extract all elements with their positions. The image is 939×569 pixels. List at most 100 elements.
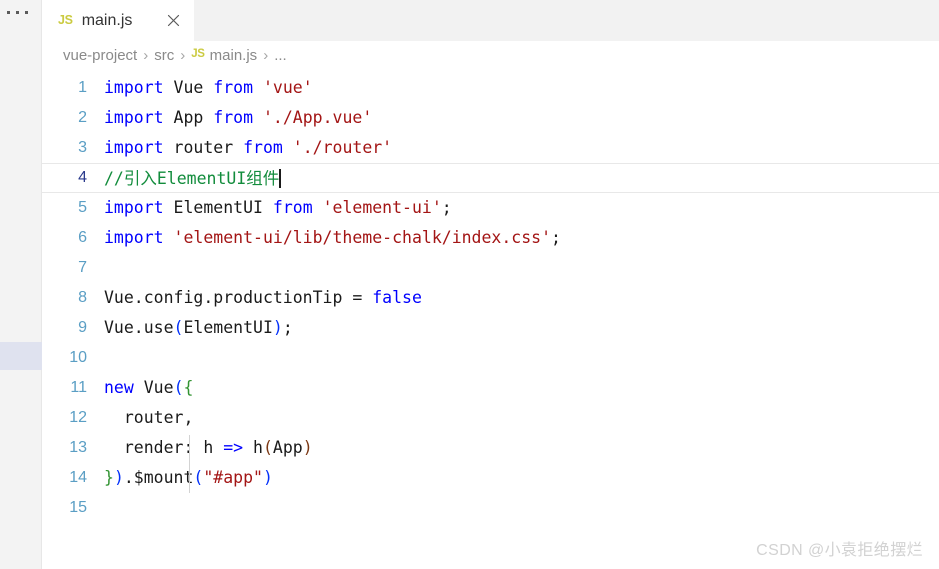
token: from [243,137,283,157]
code-line[interactable]: 9 Vue.use(ElementUI); [42,313,939,343]
token: ) [262,467,273,487]
breadcrumb-item-symbols[interactable]: ... [274,48,287,63]
token: 'element-ui' [322,197,442,217]
line-number: 9 [78,319,87,336]
code-line-text: import 'element-ui/lib/theme-chalk/index… [104,227,939,247]
code-line-text: import ElementUI from 'element-ui'; [104,197,939,217]
close-icon[interactable] [163,11,183,31]
code-line[interactable]: 3 import router from './router' [42,133,939,163]
code-line[interactable]: 1 import Vue from 'vue' [42,73,939,103]
token: Vue.use [104,317,174,337]
token: import [104,137,164,157]
code-line[interactable]: 7 [42,253,939,283]
token: Vue [173,77,204,97]
token: import [104,107,164,127]
dot-3 [25,11,28,14]
code-line[interactable]: 10 [42,343,939,373]
code-line-text: import router from './router' [104,137,939,157]
line-number: 7 [78,259,87,276]
tab-bar: JS main.js [42,0,939,41]
code-line-text: Vue.config.productionTip = false [104,287,939,307]
code-line[interactable]: 2 import App from './App.vue' [42,103,939,133]
token: ; [551,227,561,247]
token: ElementUI [183,317,273,337]
line-number: 8 [78,289,87,306]
tab-label: main.js [81,11,133,29]
token: ) [113,467,124,487]
code-line[interactable]: 4 //引入ElementUI组件 [42,163,939,193]
line-number: 14 [69,469,87,486]
tab-bar-empty-space [194,0,939,41]
code-line[interactable]: 6 import 'element-ui/lib/theme-chalk/inde… [42,223,939,253]
code-line[interactable]: 11 new Vue({ [42,373,939,403]
token: Vue.config.productionTip [104,287,353,307]
code-line[interactable]: 15 [42,493,939,523]
rail-selection-highlight[interactable] [0,342,42,370]
code-line-text: //引入ElementUI组件 [104,168,939,188]
breadcrumb-separator-icon: › [143,46,149,64]
token: ( [262,437,273,457]
token: } [104,467,114,487]
breadcrumb: vue-project › src › JS main.js › ... [42,41,939,69]
code-line[interactable]: 5 import ElementUI from 'element-ui'; [42,193,939,223]
tab-main-js[interactable]: JS main.js [42,0,195,41]
token: = [352,287,363,307]
token: new [104,377,134,397]
breadcrumb-separator-icon: › [263,46,269,64]
token: "#app" [203,467,263,487]
code-line[interactable]: 12 router, [42,403,939,433]
code-line-text: import App from './App.vue' [104,107,939,127]
code-line[interactable]: 13 render: h => h(App) [42,433,939,463]
indent-guide [189,435,190,493]
token: import [104,77,164,97]
js-file-icon: JS [191,48,205,61]
line-number: 11 [70,379,87,396]
code-line-text: new Vue({ [104,377,939,397]
editor-column: JS main.js vue-project › src › JS main.j… [42,0,939,569]
line-number: 5 [78,199,87,216]
code-editor[interactable]: 1 import Vue from 'vue' 2 import App from '… [42,69,939,569]
token: App [272,437,303,457]
code-line[interactable]: 14}).$mount("#app") [42,463,939,493]
token: './App.vue' [262,107,373,127]
token: import [104,197,164,217]
breadcrumb-item-main-js[interactable]: main.js [210,48,258,63]
code-lines[interactable]: 1 import Vue from 'vue' 2 import App from '… [42,69,939,523]
line-number: 4 [78,169,87,186]
breadcrumb-item-src[interactable]: src [154,48,174,63]
token: ( [193,467,204,487]
line-number: 13 [69,439,87,456]
js-file-icon: JS [58,13,73,28]
token: h [243,437,263,457]
overflow-menu-icon[interactable] [7,11,28,14]
token: ; [282,317,293,337]
code-line-text: render: h => h(App) [104,437,939,457]
code-line[interactable]: 8 Vue.config.productionTip = false [42,283,939,313]
token: from [213,77,254,97]
token: import [104,227,164,247]
text-cursor [279,168,282,188]
token: .$mount [123,467,194,487]
token: App [173,107,204,127]
code-line-text: Vue.use(ElementUI); [104,317,939,337]
line-number: 12 [69,409,87,426]
line-number: 2 [78,109,87,126]
token: render: h [104,437,224,457]
token: 'vue' [262,77,313,97]
token: 'element-ui/lib/theme-chalk/index.css' [173,227,552,247]
token: Vue [143,377,174,397]
code-line-text: router, [104,409,939,427]
line-number: 3 [78,139,87,156]
token: from [213,107,254,127]
dot-2 [16,11,19,14]
breadcrumb-item-vue-project[interactable]: vue-project [63,48,137,63]
